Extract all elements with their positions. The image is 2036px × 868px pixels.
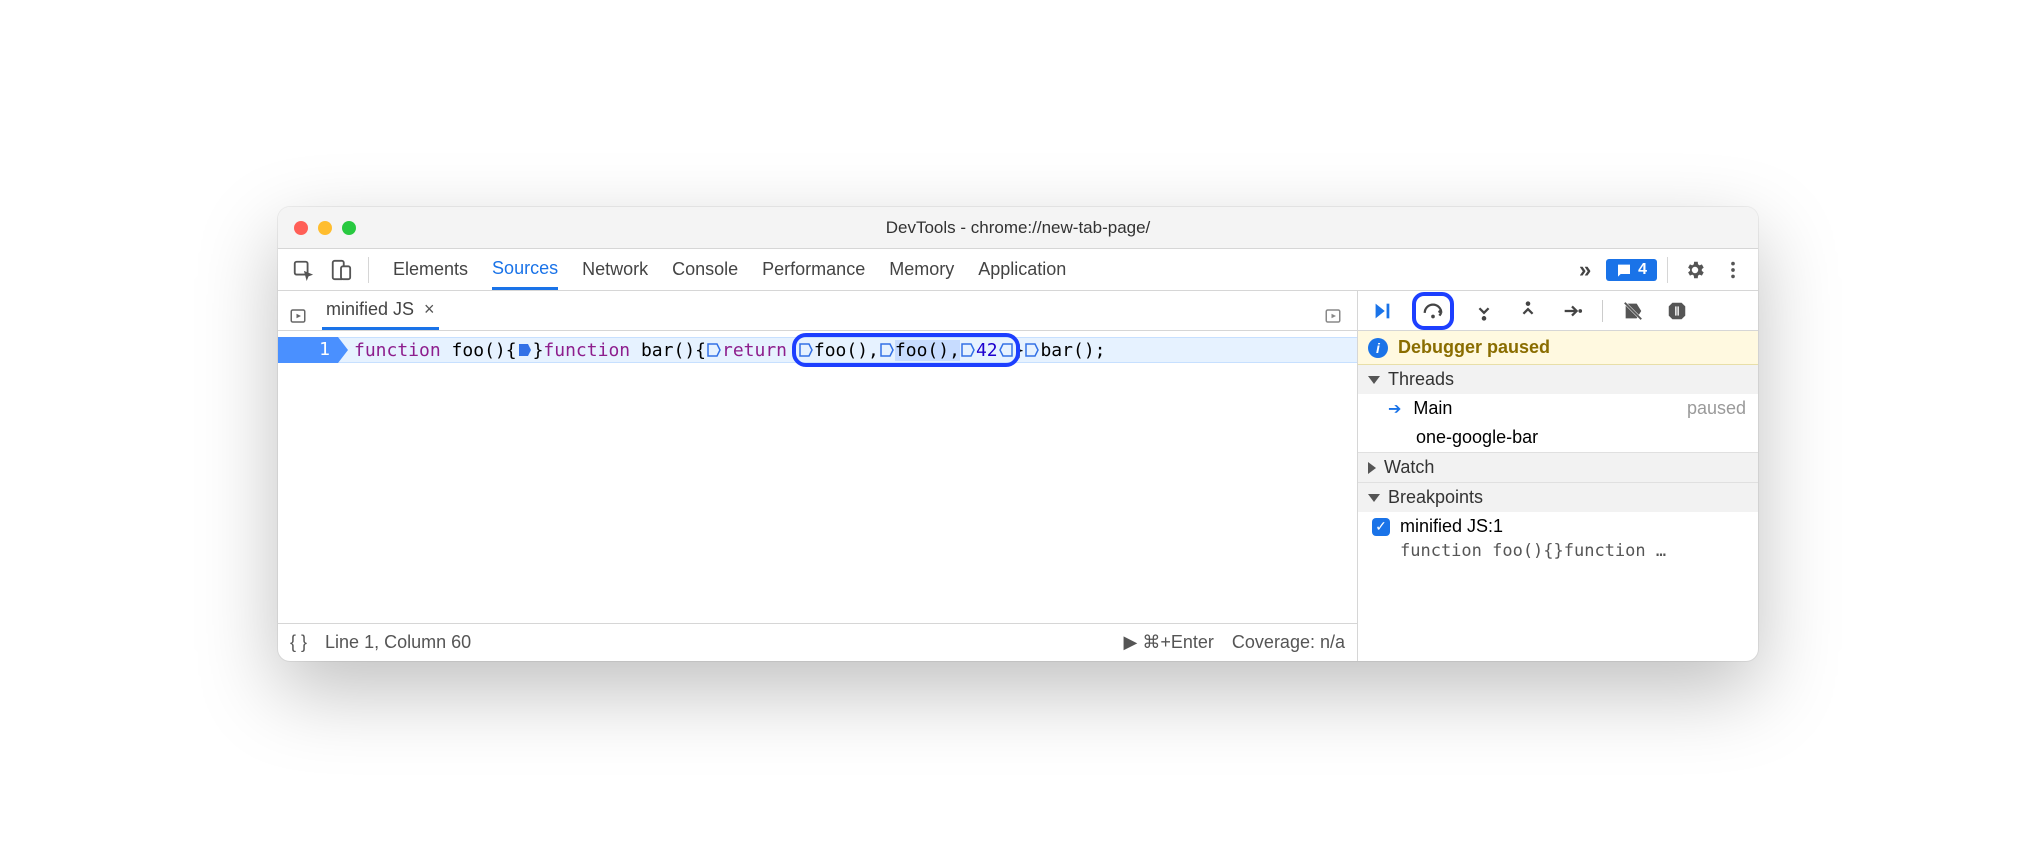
threads-section: Threads ➔ Main paused one-google-bar bbox=[1358, 365, 1758, 453]
column-marker-end-icon[interactable] bbox=[999, 343, 1013, 357]
token-identifier: foo bbox=[452, 340, 485, 361]
token-identifier: bar bbox=[641, 340, 674, 361]
run-hint: ▶ ⌘+Enter bbox=[1124, 632, 1214, 653]
pretty-print-icon[interactable]: { } bbox=[290, 632, 307, 653]
token-keyword: function bbox=[354, 340, 441, 361]
step-out-button[interactable] bbox=[1514, 297, 1542, 325]
resume-button[interactable] bbox=[1368, 297, 1396, 325]
devtools-toolbar: Elements Sources Network Console Perform… bbox=[278, 249, 1758, 291]
issues-count: 4 bbox=[1638, 261, 1647, 279]
file-tabbar: minified JS × bbox=[278, 291, 1357, 331]
token-keyword: return bbox=[722, 340, 787, 361]
window-title: DevTools - chrome://new-tab-page/ bbox=[278, 218, 1758, 238]
thread-main[interactable]: ➔ Main paused bbox=[1358, 394, 1758, 423]
window-zoom-button[interactable] bbox=[342, 221, 356, 235]
issues-badge[interactable]: 4 bbox=[1606, 259, 1657, 281]
separator bbox=[1667, 257, 1668, 283]
column-marker-icon[interactable] bbox=[707, 343, 721, 357]
info-icon: i bbox=[1368, 338, 1388, 358]
tab-sources[interactable]: Sources bbox=[492, 249, 558, 290]
breakpoint-label: minified JS:1 bbox=[1400, 516, 1503, 537]
editor-statusbar: { } Line 1, Column 60 ▶ ⌘+Enter Coverage… bbox=[278, 623, 1357, 661]
tab-elements[interactable]: Elements bbox=[393, 249, 468, 290]
code-content: function foo(){ } function bar(){ return… bbox=[338, 340, 1106, 361]
tab-application[interactable]: Application bbox=[978, 249, 1066, 290]
run-snippet-icon[interactable] bbox=[1319, 302, 1347, 330]
debugger-toolbar bbox=[1358, 291, 1758, 331]
file-tab-name: minified JS bbox=[326, 299, 414, 320]
editor-pane: minified JS × 1 function foo(){ } functi… bbox=[278, 291, 1358, 661]
current-thread-icon: ➔ bbox=[1388, 399, 1401, 419]
watch-section: Watch bbox=[1358, 453, 1758, 483]
token-keyword: function bbox=[543, 340, 630, 361]
file-tab-minified-js[interactable]: minified JS × bbox=[322, 291, 439, 330]
cursor-position: Line 1, Column 60 bbox=[325, 632, 471, 653]
navigator-toggle-icon[interactable] bbox=[284, 302, 312, 330]
highlight-annotation bbox=[1412, 292, 1454, 330]
code-editor[interactable]: 1 function foo(){ } function bar(){ retu… bbox=[278, 331, 1357, 623]
step-button[interactable] bbox=[1558, 297, 1586, 325]
pause-on-exceptions-button[interactable] bbox=[1663, 297, 1691, 325]
breakpoints-header[interactable]: Breakpoints bbox=[1358, 483, 1758, 512]
thread-state: paused bbox=[1687, 398, 1746, 419]
token-call: bar(); bbox=[1040, 340, 1105, 361]
tab-memory[interactable]: Memory bbox=[889, 249, 954, 290]
tab-network[interactable]: Network bbox=[582, 249, 648, 290]
column-marker-icon[interactable] bbox=[1025, 343, 1039, 357]
column-marker-icon[interactable] bbox=[961, 343, 975, 357]
coverage-status: Coverage: n/a bbox=[1232, 632, 1345, 653]
device-toolbar-icon[interactable] bbox=[324, 253, 358, 287]
line-number[interactable]: 1 bbox=[278, 337, 338, 363]
kebab-menu-icon[interactable] bbox=[1716, 253, 1750, 287]
breakpoint-item[interactable]: ✓ minified JS:1 function foo(){}function… bbox=[1358, 512, 1758, 565]
tab-performance[interactable]: Performance bbox=[762, 249, 865, 290]
sources-main: minified JS × 1 function foo(){ } functi… bbox=[278, 291, 1758, 661]
threads-header[interactable]: Threads bbox=[1358, 365, 1758, 394]
token-number: 42 bbox=[976, 340, 998, 361]
window-controls bbox=[278, 221, 356, 235]
breakpoint-code: function foo(){}function … bbox=[1372, 541, 1666, 561]
token-call: foo(), bbox=[814, 340, 879, 361]
inspect-element-icon[interactable] bbox=[286, 253, 320, 287]
code-line: 1 function foo(){ } function bar(){ retu… bbox=[278, 337, 1106, 363]
banner-text: Debugger paused bbox=[1398, 337, 1550, 358]
deactivate-breakpoints-button[interactable] bbox=[1619, 297, 1647, 325]
titlebar: DevTools - chrome://new-tab-page/ bbox=[278, 207, 1758, 249]
settings-gear-icon[interactable] bbox=[1678, 253, 1712, 287]
token-call: foo(), bbox=[895, 340, 960, 361]
window-close-button[interactable] bbox=[294, 221, 308, 235]
window-minimize-button[interactable] bbox=[318, 221, 332, 235]
step-over-button[interactable] bbox=[1419, 297, 1447, 325]
panel-tabs: Elements Sources Network Console Perform… bbox=[379, 249, 1564, 290]
separator bbox=[368, 257, 369, 283]
breakpoints-section: Breakpoints ✓ minified JS:1 function foo… bbox=[1358, 483, 1758, 565]
debugger-pane: i Debugger paused Threads ➔ Main paused … bbox=[1358, 291, 1758, 661]
column-marker-icon[interactable] bbox=[799, 343, 813, 357]
tab-console[interactable]: Console bbox=[672, 249, 738, 290]
debugger-paused-banner: i Debugger paused bbox=[1358, 331, 1758, 365]
separator bbox=[1602, 300, 1603, 322]
step-into-button[interactable] bbox=[1470, 297, 1498, 325]
close-file-icon[interactable]: × bbox=[424, 299, 435, 320]
watch-header[interactable]: Watch bbox=[1358, 453, 1758, 482]
column-marker-icon[interactable] bbox=[518, 343, 532, 357]
more-tabs-icon[interactable]: » bbox=[1568, 253, 1602, 287]
devtools-window: DevTools - chrome://new-tab-page/ Elemen… bbox=[278, 207, 1758, 661]
thread-other[interactable]: one-google-bar bbox=[1358, 423, 1758, 452]
column-marker-icon[interactable] bbox=[880, 343, 894, 357]
breakpoint-checkbox[interactable]: ✓ bbox=[1372, 518, 1390, 536]
